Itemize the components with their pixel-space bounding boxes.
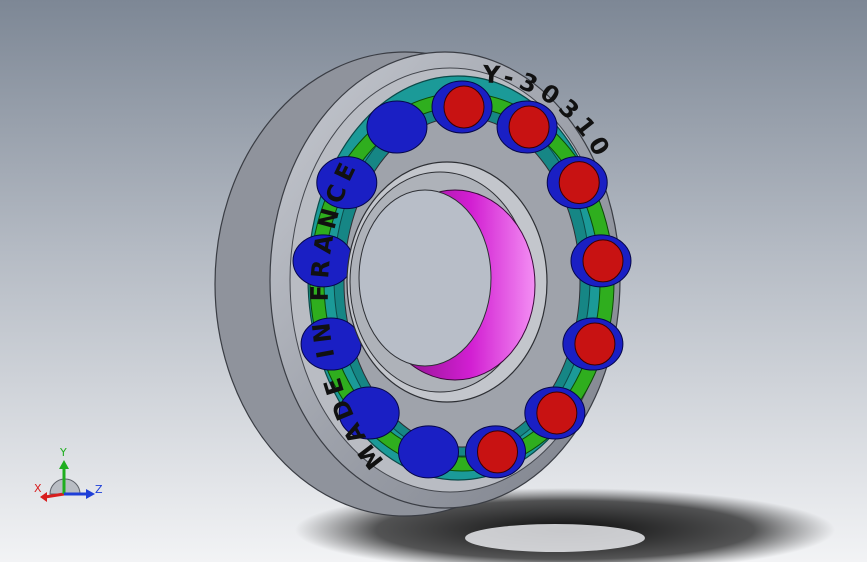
x-axis-label: X [34,482,42,495]
roller-end-face [582,239,624,283]
roller-end-face [536,391,578,435]
roller [397,425,459,479]
x-axis-line [44,492,65,499]
y-axis-arrow [59,460,69,469]
roller-end-face [508,105,550,149]
bore-opening [358,189,492,367]
y-axis-label: Y [59,446,67,459]
roller-end-face [443,85,485,129]
model-view[interactable]: MADE IN FRANCE Y-30310 X Y Z [0,0,867,562]
roller-end-face [477,430,519,474]
roller [366,100,428,154]
z-axis-label: Z [95,483,103,496]
graphics-viewport[interactable]: MADE IN FRANCE Y-30310 X Y Z [0,0,867,562]
z-axis-arrow [86,489,95,499]
floor-shadow-hole [465,524,645,552]
roller-end-face [558,161,600,205]
reference-triad[interactable]: X Y Z [34,446,103,502]
roller-end-face [574,322,616,366]
